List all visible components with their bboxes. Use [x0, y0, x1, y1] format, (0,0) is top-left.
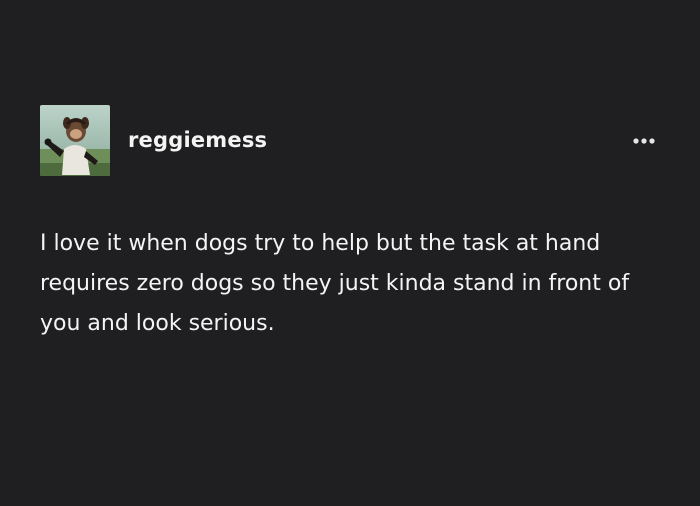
username-link[interactable]: reggiemess [128, 128, 267, 152]
avatar[interactable] [40, 105, 110, 176]
more-options-button[interactable] [628, 131, 660, 151]
post-header: reggiemess [40, 105, 660, 177]
post-body-text: I love it when dogs try to help but the … [40, 231, 630, 336]
ellipsis-icon [633, 138, 655, 144]
avatar-image [40, 105, 110, 176]
tumblr-post: reggiemess I love it when dogs try to he… [0, 0, 700, 506]
